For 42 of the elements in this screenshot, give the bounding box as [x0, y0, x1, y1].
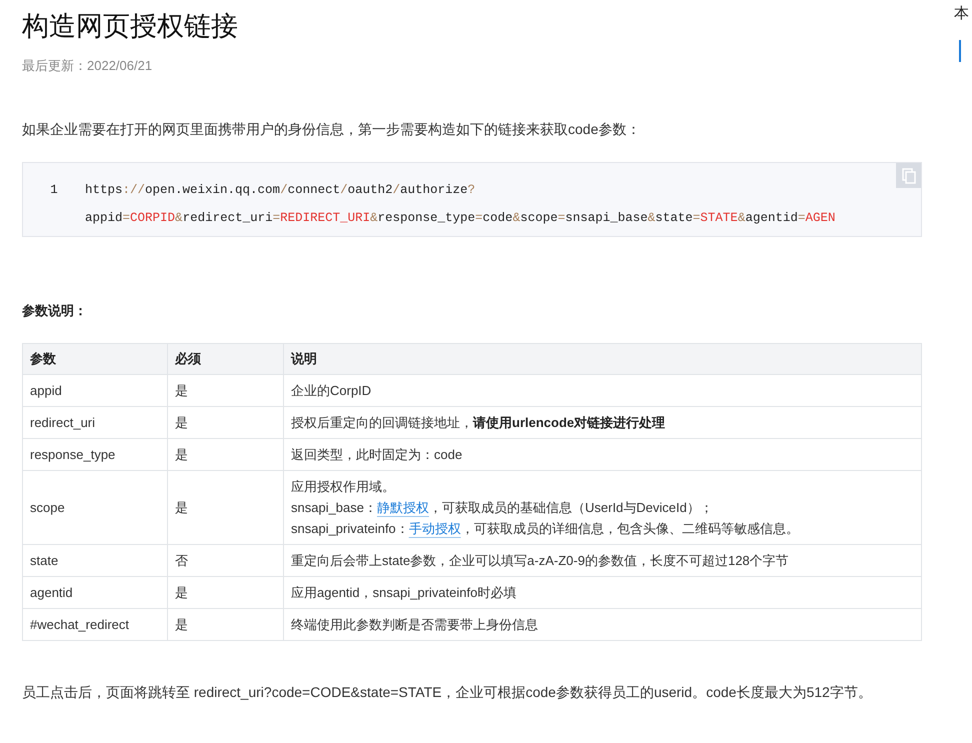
section-heading: 参数说明：: [22, 302, 88, 320]
code-line: appid=CORPID&redirect_uri=REDIRECT_URI&response_type=code&scope=snsapi_base&state=STATE&agentid=AGEN: [85, 210, 836, 227]
outro-text: 员工点击后，页面将跳转至 redirect_uri?code=CODE&state=STATE，企业可根据code参数获得员工的userid。code长度最大为512字节。: [22, 683, 873, 702]
table-cell: 否: [168, 544, 284, 576]
description-text: 返回类型，此时固定为：code: [291, 447, 462, 462]
last-updated: 最后更新：2022/06/21: [22, 57, 154, 75]
page-title: 构造网页授权链接: [22, 10, 239, 43]
table-cell: 是: [168, 406, 284, 438]
column-header: 必须: [168, 344, 284, 374]
table-cell: 是: [168, 608, 284, 640]
table-cell: response_type: [22, 438, 168, 470]
description-text: ，可获取成员的详细信息，包含头像、二维码等敏感信息。: [460, 521, 799, 536]
intro-text: 如果企业需要在打开的网页里面携带用户的身份信息，第一步需要构造如下的链接来获取code参数：: [22, 120, 642, 139]
description-text: 重定向后会带上state参数，企业可以填写a-zA-Z0-9的参数值，长度不可超过128个字节: [291, 553, 789, 568]
line-number: 1: [49, 182, 59, 199]
description-text: 授权后重定向的回调链接地址，: [291, 415, 473, 430]
table-cell: agentid: [22, 576, 168, 608]
table-cell: state: [22, 544, 168, 576]
column-header: 参数: [22, 344, 168, 374]
table-cell: scope: [22, 470, 168, 544]
toc-marker: [959, 40, 961, 62]
description-text: ，可获取成员的基础信息（UserId与DeviceId）；: [429, 500, 713, 515]
code-line: https://open.weixin.qq.com/connect/oauth2/authorize?: [85, 182, 476, 199]
description-text: snsapi_privateinfo：: [291, 521, 409, 536]
description-text: snsapi_base：: [291, 500, 377, 515]
description-text: 应用授权作用域。: [291, 479, 395, 494]
column-header: 说明: [284, 344, 922, 374]
table-cell: 是: [168, 576, 284, 608]
table-cell: redirect_uri: [22, 406, 168, 438]
copy-icon[interactable]: [896, 163, 921, 188]
doc-link[interactable]: 手动授权: [408, 521, 461, 536]
description-text: 应用agentid，snsapi_privateinfo时必填: [291, 585, 516, 600]
description-text: 企业的CorpID: [291, 383, 372, 398]
table-cell: appid: [22, 374, 168, 406]
toc-title: 本: [954, 4, 969, 24]
table-cell: 是: [168, 470, 284, 544]
bold-note: 请使用urlencode对链接进行处理: [473, 415, 666, 430]
description-text: 终端使用此参数判断是否需要带上身份信息: [291, 617, 538, 632]
table-cell: 是: [168, 374, 284, 406]
table-cell: #wechat_redirect: [22, 608, 168, 640]
table-cell: 是: [168, 438, 284, 470]
doc-link[interactable]: 静默授权: [377, 500, 429, 515]
